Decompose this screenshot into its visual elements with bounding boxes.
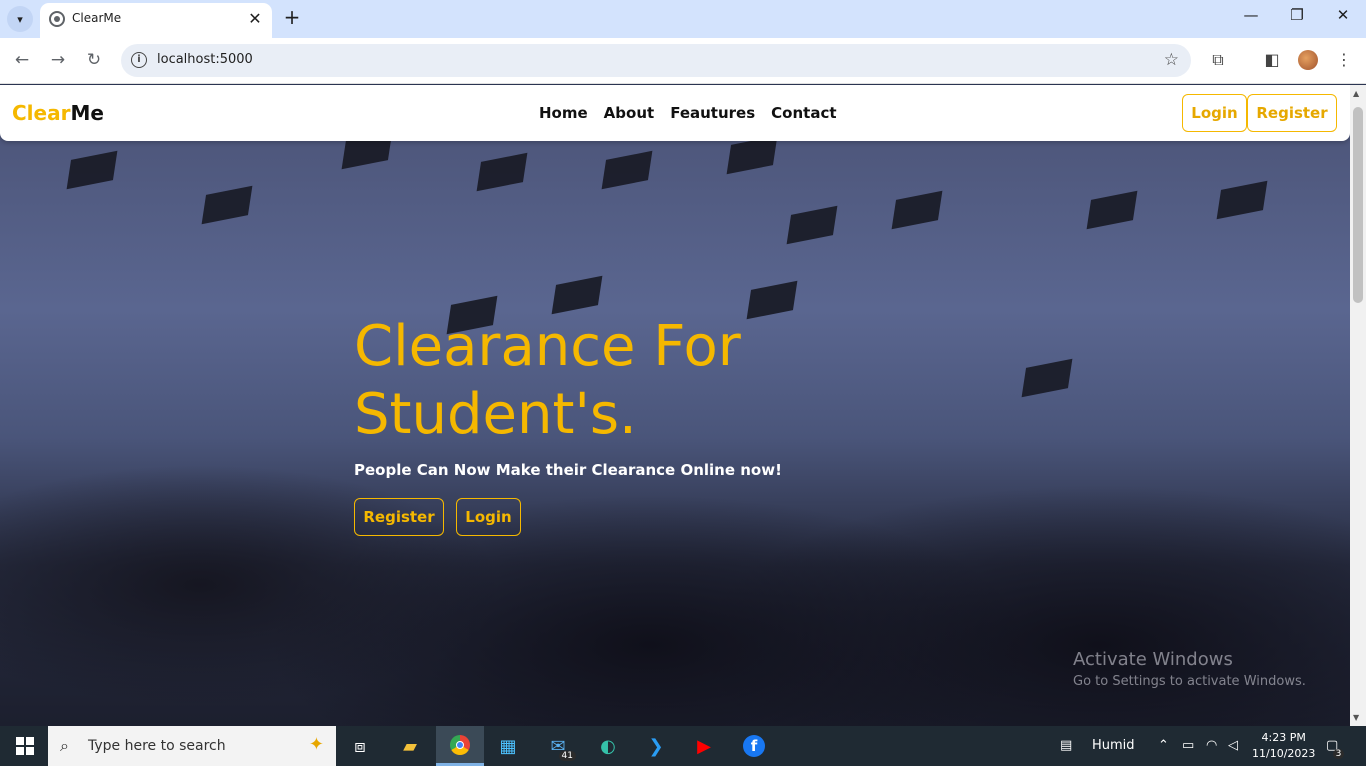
brand-part-clear: Clear: [12, 101, 71, 125]
restore-icon[interactable]: ❐: [1274, 6, 1320, 24]
new-tab-plus-icon[interactable]: +: [282, 5, 302, 29]
hero-subtitle: People Can Now Make their Clearance Onli…: [354, 461, 782, 479]
graduation-cap-icon: [1021, 358, 1073, 398]
brand-logo[interactable]: ClearMe: [12, 101, 104, 125]
taskbar-search-box[interactable]: ⌕ Type here to search ✦: [48, 726, 336, 766]
site-info-icon[interactable]: i: [131, 52, 147, 68]
nav-home[interactable]: Home: [539, 104, 588, 122]
graduation-cap-icon: [726, 135, 778, 175]
web-page: ClearMe Home About Feautures Contact Log…: [0, 85, 1366, 726]
scrollbar-thumb[interactable]: [1353, 107, 1363, 303]
graduation-cap-icon: [551, 275, 603, 315]
graduation-cap-icon: [786, 205, 838, 245]
graduation-cap-icon: [1216, 180, 1268, 220]
battery-icon[interactable]: ▭: [1182, 738, 1194, 753]
watermark-subtitle: Go to Settings to activate Windows.: [1073, 674, 1306, 689]
profile-avatar[interactable]: [1298, 50, 1318, 70]
nav-links: Home About Feautures Contact: [539, 104, 837, 122]
nav-login-button[interactable]: Login: [1182, 94, 1247, 132]
tab-strip: ▾ ClearMe ✕ + — ❐ ✕: [0, 0, 1366, 38]
favicon-icon: [49, 11, 65, 27]
graduation-cap-icon: [201, 185, 253, 225]
mail-badge: 41: [558, 751, 576, 761]
hero-title: Clearance For Student's.: [354, 313, 774, 449]
reload-icon[interactable]: ↻: [83, 50, 105, 70]
nav-contact[interactable]: Contact: [771, 104, 836, 122]
address-bar[interactable]: i localhost:5000 ☆: [121, 44, 1191, 77]
watermark-title: Activate Windows: [1073, 649, 1233, 670]
search-highlight-sparkle-icon: ✦: [308, 734, 324, 755]
graduation-cap-icon: [1086, 190, 1138, 230]
volume-icon[interactable]: ◁: [1228, 738, 1238, 753]
url-text[interactable]: localhost:5000: [157, 52, 253, 67]
bookmark-star-icon[interactable]: ☆: [1164, 50, 1179, 70]
brand-part-me: Me: [70, 101, 104, 125]
wifi-icon[interactable]: ◠: [1206, 738, 1217, 753]
forward-arrow-icon[interactable]: →: [47, 50, 69, 70]
minimize-icon[interactable]: —: [1228, 6, 1274, 24]
hero-login-button[interactable]: Login: [456, 498, 521, 536]
microsoft-store-icon[interactable]: ▦: [484, 726, 532, 766]
side-panel-icon[interactable]: ◧: [1261, 50, 1283, 69]
chrome-icon[interactable]: [436, 726, 484, 766]
back-arrow-icon[interactable]: ←: [11, 50, 33, 70]
activate-windows-watermark: Activate Windows Go to Settings to activ…: [1073, 649, 1306, 689]
mail-icon[interactable]: ✉ 41: [534, 726, 582, 766]
browser-toolbar: ← → ↻ i localhost:5000 ☆ ⧉ ◧ ⋮: [0, 38, 1366, 84]
search-placeholder: Type here to search: [88, 738, 226, 754]
notification-badge: 3: [1332, 749, 1345, 759]
hero-title-line2: Student's.: [354, 382, 637, 447]
nav-register-button[interactable]: Register: [1247, 94, 1337, 132]
graduation-cap-icon: [891, 190, 943, 230]
system-clock[interactable]: 4:23 PM 11/10/2023: [1252, 730, 1315, 762]
close-tab-icon[interactable]: ✕: [246, 9, 264, 28]
edge-icon[interactable]: ◐: [584, 726, 632, 766]
nav-about[interactable]: About: [604, 104, 655, 122]
graduation-cap-icon: [476, 152, 528, 192]
vscode-icon[interactable]: ❯: [632, 726, 680, 766]
nav-features[interactable]: Feautures: [670, 104, 755, 122]
tab-search-chevron-icon[interactable]: ▾: [7, 6, 33, 32]
graduation-cap-icon: [66, 150, 118, 190]
clock-date: 11/10/2023: [1252, 747, 1316, 760]
task-view-icon[interactable]: ⧈: [336, 726, 384, 766]
windows-taskbar: ⌕ Type here to search ✦ ⧈ ▰ ▦ ✉ 41 ◐ ❯ ▶ …: [0, 726, 1366, 766]
tray-chevron-up-icon[interactable]: ⌃: [1158, 738, 1169, 753]
hero-register-button[interactable]: Register: [354, 498, 444, 536]
browser-tab[interactable]: ClearMe ✕: [40, 3, 272, 38]
clock-time: 4:23 PM: [1261, 731, 1306, 744]
notifications-icon[interactable]: ▢ 3: [1326, 738, 1345, 759]
scroll-down-arrow-icon[interactable]: ▼: [1353, 713, 1359, 722]
weather-text[interactable]: Humid: [1092, 738, 1135, 753]
facebook-icon[interactable]: f: [730, 726, 778, 766]
youtube-icon[interactable]: ▶: [680, 726, 728, 766]
search-icon: ⌕: [60, 736, 69, 755]
file-explorer-icon[interactable]: ▰: [386, 726, 434, 766]
scroll-up-arrow-icon[interactable]: ▲: [1353, 89, 1359, 98]
hero-title-line1: Clearance For: [354, 314, 741, 379]
windows-start-icon[interactable]: [16, 737, 34, 755]
menu-kebab-icon[interactable]: ⋮: [1333, 50, 1355, 69]
page-scrollbar[interactable]: ▲ ▼: [1350, 85, 1366, 726]
tab-title: ClearMe: [72, 11, 122, 25]
extensions-puzzle-icon[interactable]: ⧉: [1207, 50, 1229, 70]
site-navbar: ClearMe Home About Feautures Contact Log…: [0, 85, 1350, 141]
close-window-icon[interactable]: ✕: [1320, 6, 1366, 24]
graduation-cap-icon: [601, 150, 653, 190]
weather-icon[interactable]: ▤: [1060, 738, 1072, 753]
